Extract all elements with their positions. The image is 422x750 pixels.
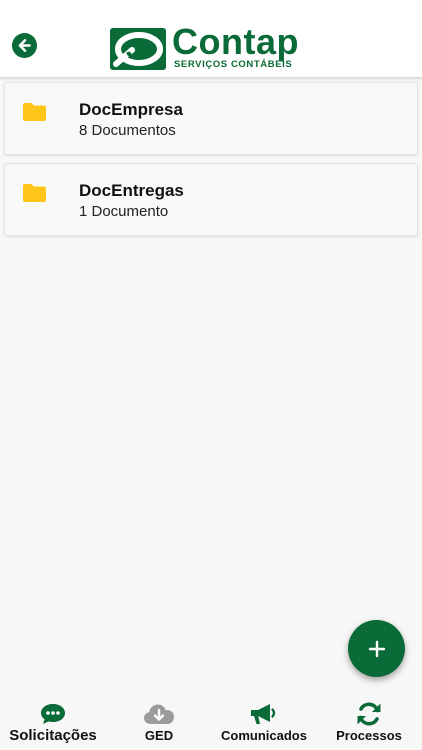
- megaphone-icon: [251, 704, 276, 724]
- folder-item-docentregas[interactable]: DocEntregas 1 Documento: [4, 163, 418, 236]
- sync-icon: [357, 702, 381, 726]
- folder-document-count: 1 Documento: [79, 203, 169, 220]
- plus-icon: [368, 640, 385, 657]
- tab-label: Comunicados: [221, 728, 307, 743]
- bottom-tab-bar: Solicitações GED Comunicados Processos: [0, 690, 422, 750]
- arrow-left-icon: [18, 39, 31, 52]
- tab-ged[interactable]: GED: [126, 690, 192, 750]
- folder-list: DocEmpresa 8 Documentos DocEntregas 1 Do…: [4, 82, 418, 244]
- cloud-download-icon: [144, 704, 174, 724]
- chat-bubble-icon: [41, 704, 65, 724]
- contap-logo: Contap SERVIÇOS CONTÁBEIS: [110, 22, 315, 72]
- contap-logo-mark: [110, 28, 166, 70]
- folder-icon: [23, 184, 46, 202]
- tab-processos[interactable]: Processos: [332, 690, 406, 750]
- folder-document-count: 8 Documentos: [79, 122, 176, 139]
- add-button[interactable]: [348, 620, 405, 677]
- tab-label: Processos: [336, 728, 402, 743]
- logo-name: Contap: [172, 21, 299, 62]
- tab-comunicados[interactable]: Comunicados: [218, 690, 310, 750]
- tab-solicitacoes[interactable]: Solicitações: [6, 690, 100, 750]
- folder-item-docempresa[interactable]: DocEmpresa 8 Documentos: [4, 82, 418, 155]
- tab-label: GED: [144, 728, 174, 743]
- folder-title: DocEmpresa: [79, 100, 183, 119]
- folder-icon: [23, 103, 46, 121]
- back-button[interactable]: [12, 33, 37, 58]
- tab-label: Solicitações: [9, 727, 97, 744]
- app-header: Contap SERVIÇOS CONTÁBEIS: [0, 0, 422, 78]
- folder-title: DocEntregas: [79, 181, 184, 200]
- logo-subtitle: SERVIÇOS CONTÁBEIS: [174, 59, 293, 70]
